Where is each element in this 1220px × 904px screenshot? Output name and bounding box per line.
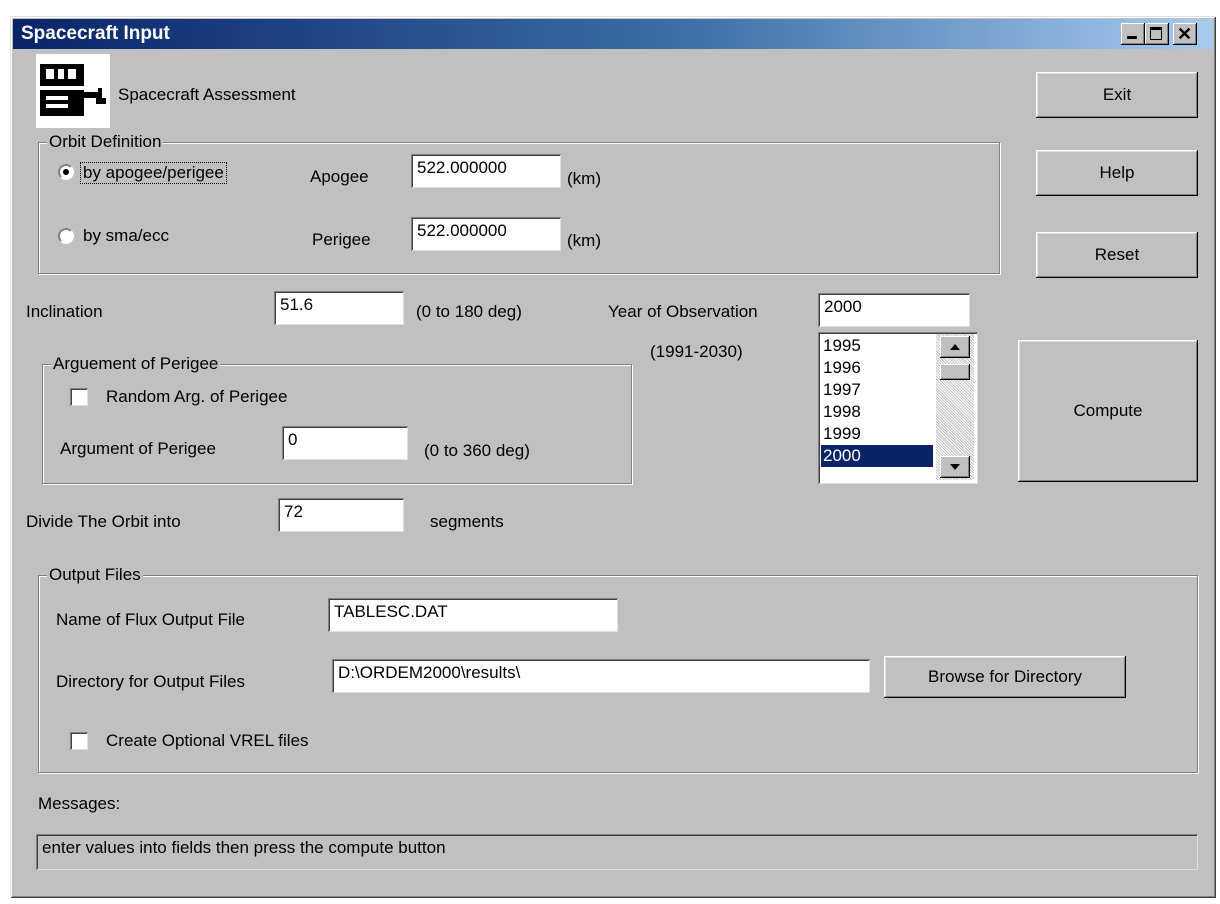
inclination-input[interactable]: 51.6 (274, 291, 404, 325)
scroll-down-button[interactable] (940, 456, 970, 478)
segments-input[interactable]: 72 (278, 498, 404, 532)
radio-selected-dot (63, 169, 69, 175)
maximize-button[interactable] (1145, 23, 1169, 45)
perigee-unit: (km) (567, 231, 601, 250)
perigee-arg-input[interactable]: 0 (282, 426, 408, 460)
inclination-label: Inclination (26, 302, 103, 321)
exit-button-label: Exit (1102, 85, 1132, 104)
perigee-input[interactable]: 522.000000 (411, 217, 561, 251)
perigee-arg-title: Arguement of Perigee (51, 354, 221, 374)
maximize-icon (1150, 27, 1162, 40)
title-bar[interactable]: Spacecraft Input ✕ (13, 19, 1213, 49)
orbit-definition-title: Orbit Definition (47, 132, 164, 152)
perigee-arg-group: Arguement of Perigee (42, 354, 632, 484)
radio-sma-ecc-label[interactable]: by sma/ecc (83, 226, 169, 246)
minimize-button[interactable] (1121, 23, 1145, 45)
arrow-down-icon (950, 464, 960, 470)
messages-label: Messages: (38, 794, 121, 813)
random-arg-label[interactable]: Random Arg. of Perigee (106, 387, 287, 407)
scroll-thumb[interactable] (940, 364, 970, 380)
spacecraft-input-window: Spacecraft Input ✕ Spacecraft Assessment… (10, 16, 1216, 898)
vrel-label[interactable]: Create Optional VREL files (106, 731, 309, 751)
compute-button[interactable]: Compute (1018, 340, 1198, 482)
segments-label: Divide The Orbit into (26, 512, 181, 531)
output-dir-label: Directory for Output Files (56, 672, 245, 691)
messages-box: enter values into fields then press the … (36, 834, 1198, 870)
window-title: Spacecraft Input (21, 23, 170, 44)
arrow-up-icon (950, 344, 960, 350)
year-list-item[interactable]: 1998 (821, 401, 933, 423)
year-list-item[interactable]: 1999 (821, 423, 933, 445)
flux-file-input[interactable]: TABLESC.DAT (328, 598, 618, 632)
apogee-label: Apogee (310, 167, 369, 186)
apogee-unit: (km) (567, 169, 601, 188)
year-list-item[interactable]: 1996 (821, 357, 933, 379)
output-files-title: Output Files (47, 565, 143, 585)
app-label: Spacecraft Assessment (118, 85, 296, 104)
year-list-scrollbar[interactable] (936, 334, 974, 480)
spacecraft-app-icon (36, 54, 110, 128)
perigee-arg-range: (0 to 360 deg) (424, 441, 530, 460)
browse-directory-button[interactable]: Browse for Directory (884, 656, 1126, 698)
compute-button-label: Compute (1073, 401, 1143, 420)
close-button[interactable]: ✕ (1173, 23, 1197, 45)
year-range: (1991-2030) (650, 342, 743, 361)
browse-button-label: Browse for Directory (928, 667, 1082, 686)
year-input[interactable]: 2000 (818, 293, 970, 327)
year-label: Year of Observation (608, 302, 758, 321)
help-button-label: Help (1099, 163, 1135, 182)
radio-apogee-perigee-label[interactable]: by apogee/perigee (80, 162, 227, 184)
reset-button[interactable]: Reset (1036, 232, 1198, 278)
output-dir-input[interactable]: D:\ORDEM2000\results\ (332, 659, 870, 693)
year-list-item[interactable]: 1995 (821, 335, 933, 357)
radio-apogee-perigee[interactable] (58, 164, 74, 180)
flux-file-label: Name of Flux Output File (56, 610, 245, 629)
exit-button[interactable]: Exit (1036, 72, 1198, 118)
apogee-input[interactable]: 522.000000 (411, 154, 561, 188)
minimize-icon (1127, 36, 1137, 39)
year-list-item[interactable]: 2000 (821, 445, 933, 467)
perigee-label: Perigee (312, 230, 371, 249)
inclination-range: (0 to 180 deg) (416, 302, 522, 321)
radio-sma-ecc[interactable] (58, 228, 74, 244)
year-listbox[interactable]: 1995 1996 1997 1998 1999 2000 (818, 332, 978, 484)
segments-unit: segments (430, 512, 504, 531)
reset-button-label: Reset (1094, 245, 1140, 264)
scroll-up-button[interactable] (940, 336, 970, 358)
close-icon: ✕ (1177, 24, 1193, 44)
year-list-item[interactable]: 1997 (821, 379, 933, 401)
help-button[interactable]: Help (1036, 150, 1198, 196)
vrel-checkbox[interactable] (70, 732, 88, 750)
random-arg-checkbox[interactable] (70, 388, 88, 406)
perigee-arg-label: Argument of Perigee (60, 439, 216, 458)
